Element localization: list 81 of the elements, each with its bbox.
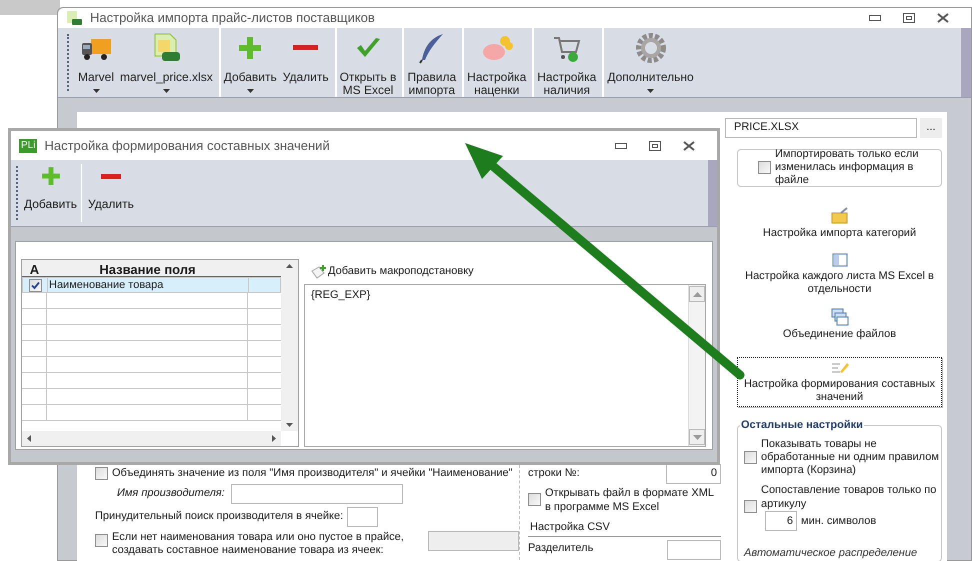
- checkbox[interactable]: [28, 278, 42, 292]
- toolbar-button[interactable]: Открыть в MS Excel: [334, 28, 400, 96]
- link-button[interactable]: Настройка формирования составных значений: [737, 356, 942, 406]
- scroll-right-icon[interactable]: [272, 435, 276, 442]
- close-icon[interactable]: [683, 140, 695, 150]
- toolbar-button[interactable]: Добавить: [218, 28, 280, 96]
- group-title: Остальные настройки: [740, 418, 864, 432]
- vertical-scrollbar[interactable]: [281, 260, 298, 431]
- link-button[interactable]: Настройка каждого листа MS Excel в отдельности: [737, 250, 942, 298]
- add-macro-link[interactable]: Добавить макроподстановку: [304, 259, 474, 284]
- caret-icon: [647, 88, 654, 92]
- grip-handle[interactable]: [16, 166, 18, 220]
- field-label: строки №:: [528, 466, 580, 482]
- window-title: Настройка формирования составных значений: [44, 136, 331, 155]
- app-icon: PLi: [19, 138, 38, 152]
- field-label: мин. символов: [801, 514, 876, 528]
- toolbar-button[interactable]: Дополнительно: [602, 28, 697, 96]
- horizontal-scrollbar[interactable]: [22, 431, 281, 446]
- column-header: Название поля: [98, 261, 197, 276]
- field-label: Разделитель: [528, 541, 594, 556]
- toolbar-button[interactable]: Marvel: [75, 28, 118, 96]
- restore-icon[interactable]: [649, 140, 661, 150]
- column-header: A: [28, 261, 40, 276]
- caret-icon: [92, 88, 100, 92]
- option-label: Объединять значение из поля "Имя производителя" и ячейки "Наименование": [112, 466, 513, 482]
- grip-handle[interactable]: [67, 34, 69, 90]
- table-row[interactable]: Наименование товара: [22, 277, 281, 293]
- checkbox[interactable]: [744, 450, 757, 464]
- folder-icon: [830, 206, 848, 224]
- caret-icon: [162, 88, 170, 92]
- option-label: Показывать товары не обработанные ни одним правилом импорта (Корзина): [761, 438, 940, 476]
- toolbar-button[interactable]: Настройка наценки: [462, 28, 530, 96]
- close-icon[interactable]: [937, 12, 949, 23]
- file-path: PRICE.XLSX: [734, 120, 799, 136]
- minimize-icon[interactable]: [869, 14, 881, 21]
- toolbar-button[interactable]: marvel_price.xlsx: [117, 28, 216, 96]
- option-label: Если нет наименования товара или оно пустое в прайсе, создавать составное наименование товара из ячеек:: [112, 530, 405, 556]
- checkbox[interactable]: [744, 500, 757, 513]
- toolbar-button[interactable]: Настройка наличия: [532, 28, 600, 96]
- checkbox[interactable]: [95, 534, 108, 546]
- table-cell: Наименование товара: [48, 278, 249, 292]
- field-label: Имя производителя:: [117, 486, 225, 502]
- checkbox[interactable]: [95, 467, 108, 480]
- field-value: 6: [786, 514, 793, 528]
- field-label: Принудительный поиск производителя в ячейке:: [95, 509, 344, 524]
- option-label: Импортировать только если изменилась информация в файле: [775, 148, 920, 187]
- note-text: Автоматическое распределение: [744, 546, 918, 560]
- expression-field[interactable]: {REG_EXP}: [304, 284, 706, 447]
- input-field[interactable]: [347, 506, 378, 526]
- scroll-up-icon[interactable]: [286, 264, 293, 268]
- minus-icon: [100, 174, 122, 178]
- minimize-icon[interactable]: [615, 142, 627, 148]
- toolbar-button[interactable]: Добавить: [22, 160, 80, 226]
- input-field[interactable]: [428, 530, 519, 550]
- section-title: Настройка CSV: [528, 518, 721, 537]
- toolbar-button[interactable]: Удалить: [86, 160, 136, 226]
- input-field[interactable]: 0: [666, 464, 721, 484]
- gear-icon: [634, 32, 667, 64]
- add-note-icon: [311, 264, 327, 278]
- scroll-left-icon[interactable]: [27, 435, 31, 442]
- field-value: 0: [710, 466, 717, 482]
- checkbox[interactable]: [758, 161, 771, 174]
- stacked-windows-icon: [830, 308, 848, 326]
- input-field[interactable]: [667, 540, 721, 560]
- browse-button[interactable]: ...: [920, 118, 942, 138]
- link-button[interactable]: Объединение файлов: [737, 306, 942, 342]
- input-field[interactable]: PRICE.XLSX: [725, 118, 917, 138]
- window-icon: [832, 252, 848, 268]
- spreadsheet-icon: [66, 10, 82, 26]
- caret-icon: [246, 88, 254, 92]
- restore-icon[interactable]: [903, 12, 915, 23]
- toolbar-button[interactable]: Правила импорта: [402, 28, 460, 96]
- option-label: Открывать файл в формате XML в программе MS Excel: [545, 486, 715, 514]
- input-field[interactable]: [230, 484, 403, 504]
- checkbox[interactable]: [528, 493, 541, 506]
- minus-icon: [292, 45, 318, 50]
- link-button[interactable]: Настройка импорта категорий: [737, 204, 942, 242]
- window-title: Настройка импорта прайс-листов поставщиков: [90, 9, 376, 27]
- scroll-down-icon[interactable]: [286, 423, 293, 427]
- input-field[interactable]: 6: [765, 510, 797, 530]
- toolbar-button[interactable]: Удалить: [280, 28, 332, 96]
